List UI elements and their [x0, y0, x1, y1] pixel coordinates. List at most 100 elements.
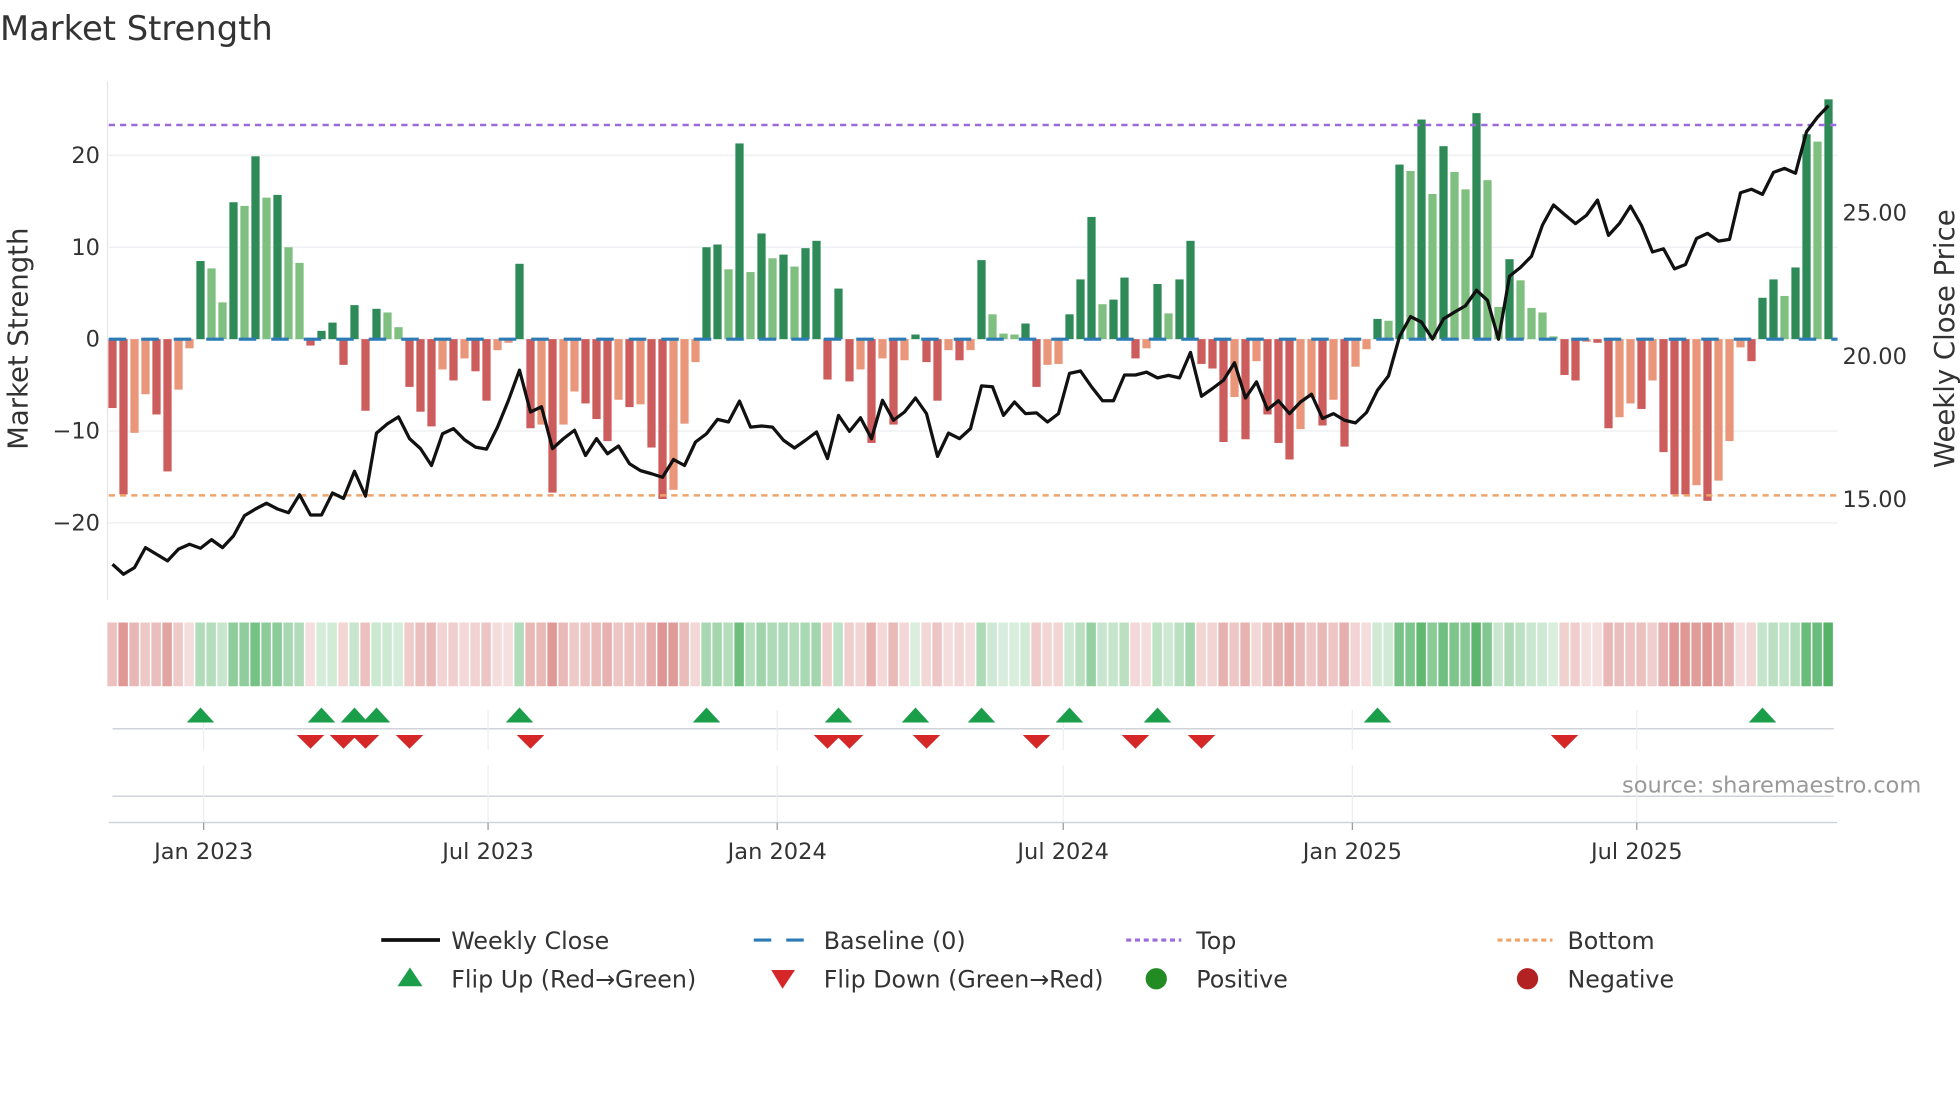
strength-bar: [735, 143, 744, 340]
strength-bar: [273, 194, 282, 340]
strength-bar: [1659, 339, 1668, 453]
heat-cell: [1416, 622, 1426, 687]
heat-cell: [371, 622, 381, 687]
y-tick-left: 10: [71, 235, 100, 261]
strength-bar: [1274, 339, 1283, 443]
flip-up-marker: [340, 707, 369, 723]
strength-bar: [1373, 318, 1382, 340]
heat-cell: [1636, 622, 1646, 687]
heat-cell: [1702, 622, 1712, 687]
strength-bar: [1472, 113, 1481, 340]
heat-cell: [1284, 622, 1294, 687]
strength-bar: [746, 272, 755, 340]
heat-cell: [910, 622, 920, 687]
legend-flip-down-green-red-icon: [771, 970, 795, 989]
heat-cell: [1460, 622, 1470, 687]
strength-bar: [614, 339, 623, 400]
x-tick-label: Jan 2024: [726, 839, 827, 865]
strength-bar: [1098, 304, 1107, 340]
heat-cell: [173, 622, 183, 687]
strength-bar: [372, 308, 381, 340]
heat-cell: [239, 622, 249, 687]
strength-bar: [779, 254, 788, 340]
legend-weekly-close-label: Weekly Close: [451, 927, 609, 955]
heat-cell: [1537, 622, 1547, 687]
heat-cell: [118, 622, 128, 687]
heat-cell: [679, 622, 689, 687]
heat-cell: [1042, 622, 1052, 687]
strength-bar: [922, 339, 931, 363]
strength-bar: [284, 247, 293, 340]
legend-flip-up-red-green-icon: [397, 967, 423, 987]
flip-down-marker: [329, 735, 358, 749]
strength-bar: [163, 339, 172, 472]
strength-bar: [834, 288, 843, 340]
legend: Weekly Close Baseline (0) Top Bottom Flip Up…: [381, 927, 1674, 994]
strength-bar: [856, 339, 865, 370]
strength-bar: [1560, 339, 1569, 375]
flip-down-marker: [1550, 735, 1579, 749]
heat-cell: [1526, 622, 1536, 687]
flip-up-marker: [692, 707, 721, 723]
heat-cell: [602, 622, 612, 687]
strength-bar: [1219, 339, 1228, 443]
strength-bar: [944, 339, 953, 351]
strength-bar: [1395, 164, 1404, 340]
x-tick-label: Jul 2023: [440, 839, 534, 865]
strength-bar: [1164, 313, 1173, 340]
heat-cell: [1097, 622, 1107, 687]
heat-cell: [1493, 622, 1503, 687]
y-tick-left: 0: [86, 327, 100, 353]
strength-bar: [493, 339, 502, 351]
heat-cell: [503, 622, 513, 687]
legend-negative-icon: [1516, 968, 1539, 990]
heat-cell: [888, 622, 898, 687]
flip-down-marker: [912, 735, 941, 749]
strength-bars: [108, 99, 1833, 501]
y-tick-left: −10: [53, 419, 100, 445]
flip-down-marker: [516, 735, 545, 749]
legend-bottom-label: Bottom: [1568, 927, 1655, 955]
strength-bar: [141, 339, 150, 395]
heat-cell: [965, 622, 975, 687]
strength-bar: [1384, 320, 1393, 340]
source-note: source: sharemaestro.com: [1622, 773, 1921, 799]
strength-bar: [405, 339, 414, 387]
heat-cell: [536, 622, 546, 687]
heat-cell: [558, 622, 568, 687]
heat-cell: [1548, 622, 1558, 687]
strength-bar: [295, 262, 304, 340]
reference-lines: [108, 123, 1838, 497]
heat-cell: [107, 622, 117, 687]
heat-cell: [976, 622, 986, 687]
heat-cell: [338, 622, 348, 687]
strength-bar: [229, 202, 238, 340]
heat-cell: [481, 622, 491, 687]
flip-down-marker: [1022, 735, 1051, 749]
strength-bar: [130, 339, 139, 433]
strength-bar: [427, 339, 436, 427]
heat-cell: [305, 622, 315, 687]
strength-bar: [482, 339, 491, 401]
strength-bar: [339, 339, 348, 365]
heat-cell: [1064, 622, 1074, 687]
strength-bar: [1769, 279, 1778, 340]
strength-bar: [1153, 284, 1162, 340]
strength-bar: [394, 327, 403, 340]
heat-cell: [723, 622, 733, 687]
strength-bar: [1802, 134, 1811, 340]
heat-cell: [316, 622, 326, 687]
heat-cell: [294, 622, 304, 687]
flip-up-marker: [362, 707, 391, 723]
strength-bar: [1824, 99, 1833, 340]
strength-bar: [1186, 240, 1195, 340]
heat-cell: [184, 622, 194, 687]
heat-cell: [613, 622, 623, 687]
heat-cell: [624, 622, 634, 687]
strength-bar: [1010, 334, 1019, 340]
heat-cell: [1581, 622, 1591, 687]
strength-bar: [1692, 339, 1701, 486]
heat-cell: [327, 622, 337, 687]
strength-bar: [812, 240, 821, 340]
heat-cell: [1482, 622, 1492, 687]
